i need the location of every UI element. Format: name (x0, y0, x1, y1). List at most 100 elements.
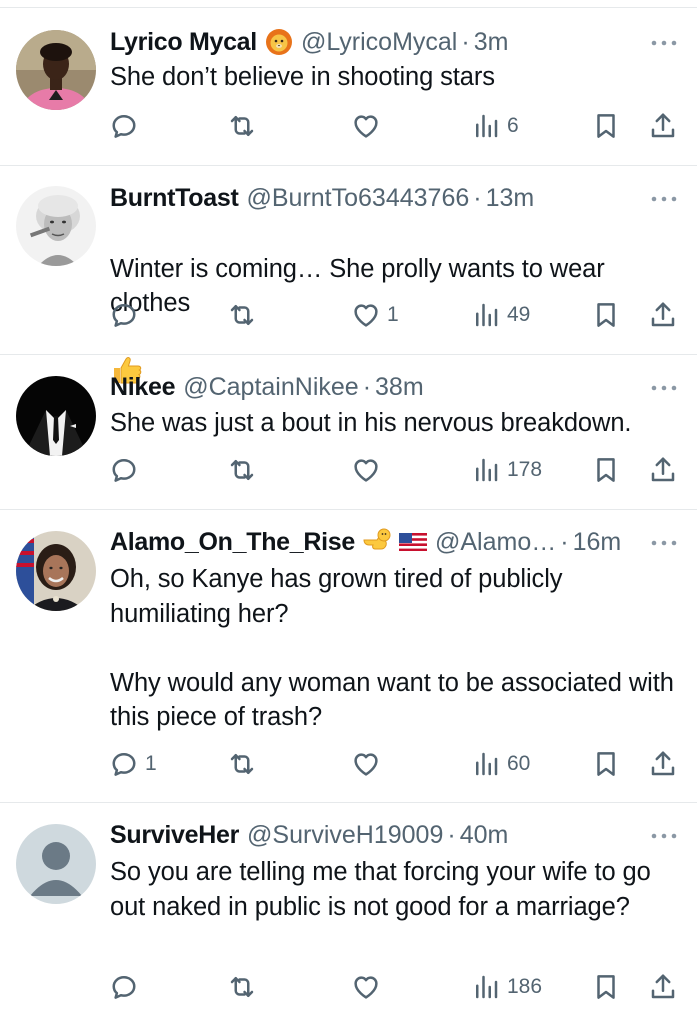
more-icon[interactable] (649, 383, 679, 393)
tweet-text: So you are telling me that forcing your … (110, 858, 651, 921)
like-button[interactable] (351, 452, 387, 488)
retweet-button[interactable] (227, 452, 263, 488)
timestamp[interactable]: 13m (486, 184, 535, 213)
heart-icon (351, 300, 381, 330)
tweet[interactable]: Alamo_On_The_Rise @Alamo… · 16m Oh, so K… (0, 510, 697, 802)
reply-button[interactable] (109, 452, 145, 488)
views-icon (471, 455, 501, 485)
share-button[interactable] (648, 746, 678, 782)
reply-button[interactable]: 1 (109, 746, 157, 782)
retweet-button[interactable] (227, 969, 263, 1005)
action-bar: 1 60 (0, 746, 697, 782)
share-icon (648, 111, 678, 141)
action-bar: 186 (0, 969, 697, 1005)
views-count: 6 (507, 114, 519, 137)
timestamp[interactable]: 38m (375, 373, 424, 402)
retweet-button[interactable] (227, 746, 263, 782)
views-button[interactable]: 186 (471, 969, 542, 1005)
timestamp[interactable]: 16m (573, 528, 622, 557)
tweet[interactable]: Nikee @CaptainNikee · 38m She was just a… (0, 355, 697, 510)
display-name[interactable]: Alamo_On_The_Rise (110, 528, 355, 557)
separator-dot: · (447, 820, 456, 849)
like-button[interactable] (351, 746, 387, 782)
reply-button[interactable] (109, 108, 145, 144)
tweet[interactable]: Lyrico Mycal @LyricoMycal · 3m She don’t… (0, 0, 697, 165)
reply-icon (109, 455, 139, 485)
handle[interactable]: @CaptainNikee (183, 373, 358, 402)
display-name[interactable]: Nikee (110, 373, 176, 402)
retweet-icon (227, 749, 257, 779)
bookmark-icon (591, 972, 621, 1002)
bookmark-button[interactable] (591, 297, 621, 333)
heart-icon (351, 455, 381, 485)
bookmark-button[interactable] (591, 969, 621, 1005)
more-icon[interactable] (649, 194, 679, 204)
timestamp[interactable]: 3m (474, 28, 509, 57)
reply-icon (109, 972, 139, 1002)
more-icon[interactable] (649, 538, 679, 548)
more-icon[interactable] (649, 38, 679, 48)
views-icon (471, 111, 501, 141)
share-button[interactable] (648, 297, 678, 333)
share-button[interactable] (648, 108, 678, 144)
tweet-header: Lyrico Mycal @LyricoMycal · 3m (110, 25, 508, 59)
views-button[interactable]: 6 (471, 108, 519, 144)
handle[interactable]: @BurntTo63443766 (246, 184, 469, 213)
views-count: 49 (507, 303, 531, 326)
avatar[interactable] (16, 186, 96, 266)
display-name[interactable]: BurntToast (110, 184, 239, 213)
retweet-icon (227, 455, 257, 485)
tweet-header: SurviveHer @SurviveH19009 · 40m (110, 818, 508, 852)
bookmark-icon (591, 749, 621, 779)
like-button[interactable] (351, 108, 387, 144)
reply-icon (109, 111, 139, 141)
like-count: 1 (387, 303, 399, 326)
avatar[interactable] (16, 30, 96, 110)
more-icon[interactable] (649, 831, 679, 841)
avatar[interactable] (16, 376, 96, 456)
share-button[interactable] (648, 452, 678, 488)
retweet-button[interactable] (227, 297, 263, 333)
reply-icon (109, 749, 139, 779)
bookmark-icon (591, 455, 621, 485)
handle[interactable]: @SurviveH19009 (247, 821, 443, 850)
us-flag-emoji (399, 528, 427, 556)
views-button[interactable]: 60 (471, 746, 530, 782)
views-icon (471, 972, 501, 1002)
share-button[interactable] (648, 969, 678, 1005)
tweet-header: BurntToast @BurntTo63443766 · 13m (110, 181, 534, 215)
views-button[interactable]: 49 (471, 297, 530, 333)
tweet-text: Oh, so Kanye has grown tired of publicly… (110, 565, 674, 731)
bookmark-button[interactable] (591, 746, 621, 782)
heart-icon (351, 111, 381, 141)
bookmark-button[interactable] (591, 452, 621, 488)
avatar[interactable] (16, 531, 96, 611)
tweet[interactable]: SurviveHer @SurviveH19009 · 40m So you a… (0, 803, 697, 1024)
heart-icon (351, 972, 381, 1002)
bookmark-button[interactable] (591, 108, 621, 144)
retweet-button[interactable] (227, 108, 263, 144)
timestamp[interactable]: 40m (460, 821, 509, 850)
separator-dot: · (461, 27, 470, 56)
heart-icon (351, 749, 381, 779)
action-bar: 1 49 (0, 297, 697, 333)
retweet-icon (227, 300, 257, 330)
share-icon (648, 972, 678, 1002)
action-bar: 178 (0, 452, 697, 488)
reply-icon (109, 300, 139, 330)
separator-dot: · (362, 372, 372, 401)
views-count: 178 (507, 458, 543, 481)
tweet[interactable]: BurntToast @BurntTo63443766 · 13m Winter… (0, 166, 697, 384)
handle[interactable]: @LyricoMycal (301, 28, 457, 57)
views-button[interactable]: 178 (471, 452, 542, 488)
avatar[interactable] (16, 824, 96, 904)
reply-button[interactable] (109, 297, 145, 333)
retweet-icon (227, 111, 257, 141)
like-button[interactable]: 1 (351, 297, 399, 333)
display-name[interactable]: SurviveHer (110, 821, 239, 850)
views-count: 60 (507, 752, 531, 775)
like-button[interactable] (351, 969, 387, 1005)
display-name[interactable]: Lyrico Mycal (110, 28, 257, 57)
handle[interactable]: @Alamo… (435, 528, 556, 557)
reply-button[interactable] (109, 969, 145, 1005)
